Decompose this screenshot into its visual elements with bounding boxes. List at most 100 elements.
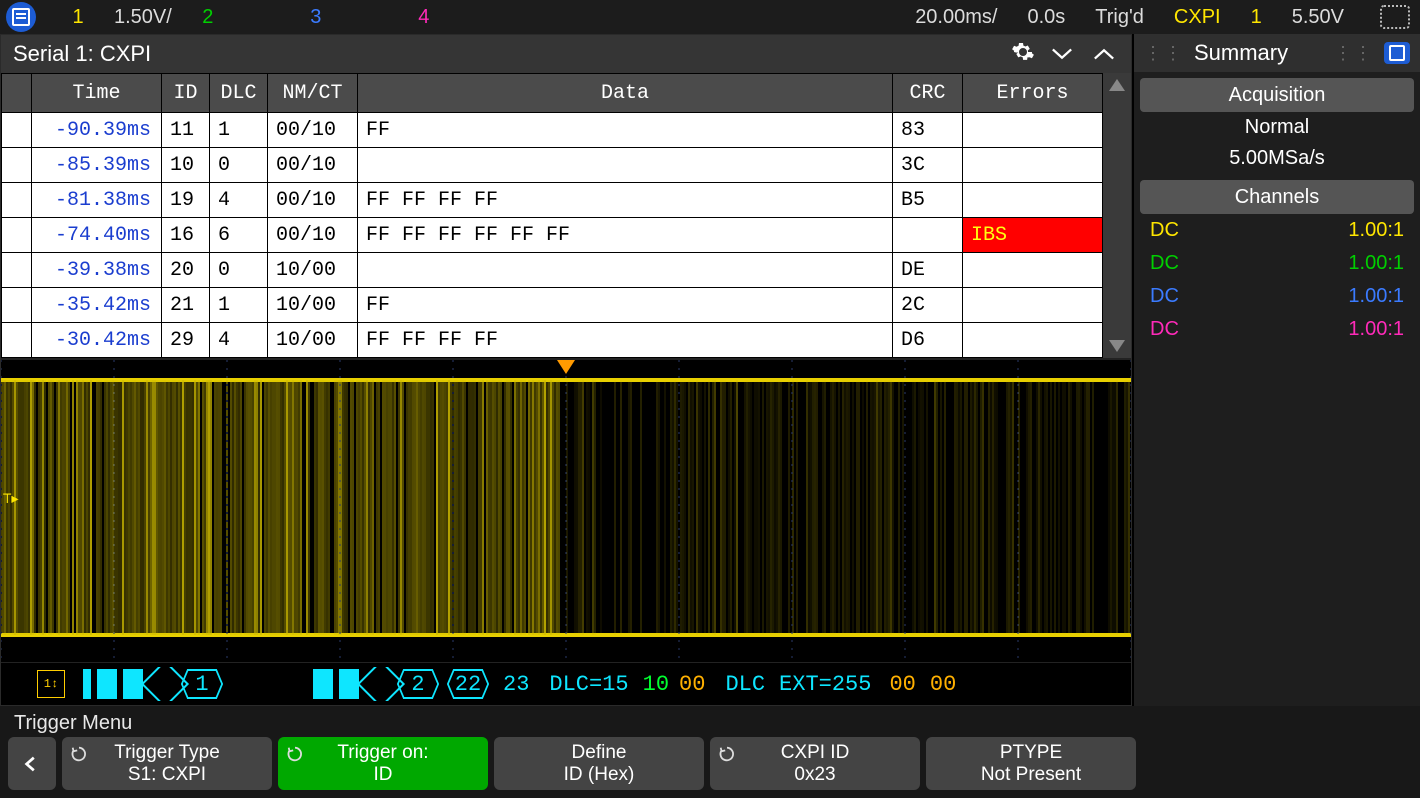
channel-scale[interactable]: [244, 6, 280, 29]
cell: -81.38ms: [32, 183, 162, 218]
decode-field: EXT=255: [779, 672, 871, 697]
delay-readout[interactable]: 0.0s: [1027, 6, 1065, 29]
cell: [963, 113, 1103, 148]
serial-decode-strip[interactable]: 1↕ 122223DLC=151000DLCEXT=2550000: [1, 662, 1131, 705]
drag-grip-icon[interactable]: ⋮⋮: [1144, 43, 1184, 64]
decode-pulse: [313, 669, 333, 699]
table-row[interactable]: -74.40ms16600/10FF FF FF FF FF FFIBS: [2, 218, 1103, 253]
decode-field: DLC: [725, 672, 765, 697]
cell: [2, 288, 32, 323]
cell: 20: [162, 253, 210, 288]
cell: 6: [210, 218, 268, 253]
cell: [2, 253, 32, 288]
table-row[interactable]: -81.38ms19400/10FF FF FF FFB5: [2, 183, 1103, 218]
channel-number[interactable]: 2: [190, 6, 226, 29]
cell: [2, 323, 32, 358]
decode-value: 2: [397, 669, 439, 699]
cell: 16: [162, 218, 210, 253]
cell: 29: [162, 323, 210, 358]
softkey[interactable]: Trigger TypeS1: CXPI: [62, 737, 272, 790]
channels-button[interactable]: Channels: [1140, 180, 1414, 214]
softkey[interactable]: CXPI ID0x23: [710, 737, 920, 790]
scroll-down-icon[interactable]: [1109, 340, 1125, 352]
cell: 00/10: [268, 113, 358, 148]
cell: -35.42ms: [32, 288, 162, 323]
cell: 0: [210, 148, 268, 183]
column-header: ID: [162, 74, 210, 113]
softkey-label: CXPI ID: [781, 742, 850, 764]
lister-scrollbar[interactable]: [1103, 73, 1131, 358]
channel-number[interactable]: 1: [60, 6, 96, 29]
chevron-up-icon[interactable]: [1089, 42, 1119, 66]
channel-number[interactable]: 4: [406, 6, 442, 29]
lister-table[interactable]: TimeIDDLCNM/CTDataCRCErrors -90.39ms1110…: [1, 73, 1103, 358]
maximize-icon[interactable]: [1380, 5, 1410, 29]
cell: FF FF FF FF: [358, 183, 893, 218]
cell: -90.39ms: [32, 113, 162, 148]
trigger-source-label[interactable]: CXPI: [1174, 6, 1221, 29]
softkey[interactable]: DefineID (Hex): [494, 737, 704, 790]
timebase-readout[interactable]: 20.00ms/: [915, 6, 997, 29]
acquisition-rate: 5.00MSa/s: [1134, 143, 1420, 174]
table-row[interactable]: -30.42ms29410/00FF FF FF FFD6: [2, 323, 1103, 358]
decode-field: 10: [643, 672, 669, 697]
channel-scale[interactable]: 1.50V/: [114, 6, 172, 29]
cell: [2, 183, 32, 218]
column-header: [2, 74, 32, 113]
cell: 21: [162, 288, 210, 323]
cell: DE: [893, 253, 963, 288]
channel-number[interactable]: 3: [298, 6, 334, 29]
channel-summary-row[interactable]: DC1.00:1: [1134, 214, 1420, 247]
channel-summary-row[interactable]: DC1.00:1: [1134, 313, 1420, 346]
drag-grip-icon[interactable]: ⋮⋮: [1334, 43, 1374, 64]
cell: -39.38ms: [32, 253, 162, 288]
channel-scale[interactable]: [460, 6, 496, 29]
bus-reference-icon: 1↕: [37, 670, 65, 698]
rotary-icon: [718, 745, 736, 763]
cell: 00/10: [268, 183, 358, 218]
channel-scale[interactable]: [352, 6, 388, 29]
cell: 00/10: [268, 148, 358, 183]
trigger-time-marker-icon: [557, 360, 575, 374]
softkey-label: Trigger on:: [337, 742, 428, 764]
channel-scale-readout[interactable]: 1 1.50V/2 3 4: [60, 6, 496, 29]
table-row[interactable]: -35.42ms21110/00FF2C: [2, 288, 1103, 323]
main-menu-button[interactable]: [0, 0, 42, 34]
cell: [963, 148, 1103, 183]
waveform-display[interactable]: T▸: [1, 358, 1131, 662]
back-button[interactable]: [8, 737, 56, 790]
softkey-value: S1: CXPI: [128, 764, 206, 786]
coupling: DC: [1150, 252, 1179, 275]
softkey[interactable]: Trigger on:ID: [278, 737, 488, 790]
probe-ratio: 1.00:1: [1348, 252, 1404, 275]
gear-icon[interactable]: [1011, 40, 1035, 69]
channel-summary-row[interactable]: DC1.00:1: [1134, 280, 1420, 313]
cell: 11: [162, 113, 210, 148]
softkey-value: 0x23: [794, 764, 835, 786]
acquisition-button[interactable]: Acquisition: [1140, 78, 1414, 112]
table-row[interactable]: -39.38ms20010/00DE: [2, 253, 1103, 288]
table-row[interactable]: -90.39ms11100/10FF83: [2, 113, 1103, 148]
cell: [358, 253, 893, 288]
cell: [893, 218, 963, 253]
cell: [2, 148, 32, 183]
scroll-up-icon[interactable]: [1109, 79, 1125, 91]
cell: 4: [210, 323, 268, 358]
chevron-down-icon[interactable]: [1047, 42, 1077, 66]
lister-header: Serial 1: CXPI: [1, 35, 1131, 73]
acquisition-mode: Normal: [1134, 112, 1420, 143]
cell: 00/10: [268, 218, 358, 253]
table-row[interactable]: -85.39ms10000/103C: [2, 148, 1103, 183]
channel-summary-row[interactable]: DC 1.00:1: [1134, 247, 1420, 280]
summary-menu-button[interactable]: [1384, 42, 1410, 64]
probe-ratio: 1.00:1: [1348, 318, 1404, 341]
decode-field: 00: [679, 672, 705, 697]
softkey[interactable]: PTYPENot Present: [926, 737, 1136, 790]
lister-title: Serial 1: CXPI: [13, 41, 151, 67]
column-header: CRC: [893, 74, 963, 113]
decode-field: 23: [503, 672, 529, 697]
trigger-level[interactable]: 5.50V: [1292, 6, 1344, 29]
trigger-source-channel[interactable]: 1: [1251, 6, 1262, 29]
cell: FF: [358, 288, 893, 323]
softkey-label: Trigger Type: [114, 742, 220, 764]
